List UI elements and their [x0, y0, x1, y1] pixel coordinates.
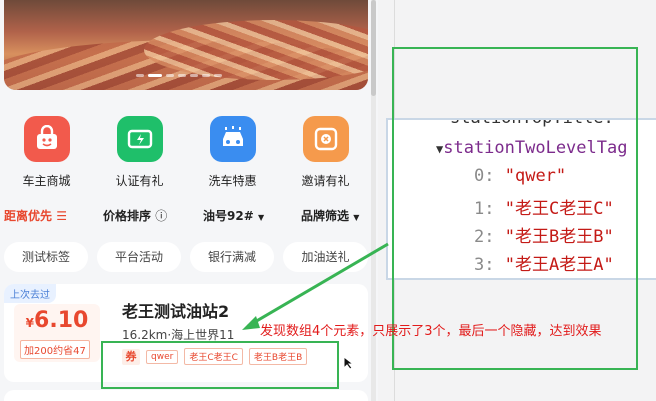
sort-icon: ☰: [56, 209, 67, 223]
filter-oil-label: 油号92#: [203, 209, 254, 223]
station-price: ¥6.10: [14, 308, 100, 333]
filter-oil[interactable]: 油号92# ▼: [203, 207, 264, 224]
filter-brand[interactable]: 品牌筛选 ▼: [301, 207, 359, 224]
quick-entry-invite[interactable]: 邀请有礼: [279, 116, 372, 189]
quick-entry-label: 邀请有礼: [301, 174, 350, 188]
tag-chip[interactable]: 测试标签: [4, 242, 88, 272]
price-value: 6.10: [34, 308, 89, 333]
quick-entry-label: 认证有礼: [115, 174, 164, 188]
quick-entry-label: 车主商城: [22, 174, 71, 188]
battery-icon: [116, 116, 163, 162]
quick-entry-mall[interactable]: 车主商城: [0, 116, 93, 189]
banner-pagination: [136, 74, 222, 77]
quick-entry-certify[interactable]: 认证有礼: [93, 116, 186, 189]
station-card[interactable]: [4, 390, 368, 401]
station-name: 老王测试油站2: [122, 302, 230, 321]
annotation-box-coupons: [101, 341, 339, 389]
filter-distance[interactable]: 距离优先 ☰: [4, 207, 67, 224]
mouse-cursor-icon: [343, 356, 355, 370]
coupon-icon: [302, 116, 349, 162]
banner-image[interactable]: [4, 0, 368, 90]
filter-bar: 距离优先 ☰ 价格排序 ⓘ 油号92# ▼ 品牌筛选 ▼: [0, 207, 372, 227]
gift-bag-icon: [23, 116, 70, 162]
chevron-down-icon: ▼: [257, 213, 265, 222]
filter-distance-label: 距离优先: [4, 209, 53, 223]
saving-chip: 加200约省47: [20, 340, 90, 359]
filter-price-label: 价格排序: [103, 209, 152, 223]
tag-chip[interactable]: 平台活动: [97, 242, 181, 272]
filter-price[interactable]: 价格排序 ⓘ: [103, 207, 167, 224]
last-visited-badge: 上次去过: [4, 284, 56, 303]
price-box: ¥6.10 加200约省47: [14, 304, 100, 362]
quick-entry-carwash[interactable]: 洗车特惠: [186, 116, 279, 189]
quick-entry-label: 洗车特惠: [208, 174, 257, 188]
currency-symbol: ¥: [25, 316, 35, 330]
info-circle-icon: ⓘ: [155, 209, 168, 223]
annotation-text: 发现数组4个元素，只展示了3个，最后一个隐藏，达到效果: [260, 324, 602, 339]
scrollbar-thumb[interactable]: [371, 0, 376, 96]
car-wash-icon: [209, 116, 256, 162]
filter-brand-label: 品牌筛选: [301, 209, 350, 223]
chevron-down-icon: ▼: [353, 213, 360, 222]
quick-entry-row: 车主商城 认证有礼 洗车特惠 邀请有礼: [0, 116, 372, 189]
